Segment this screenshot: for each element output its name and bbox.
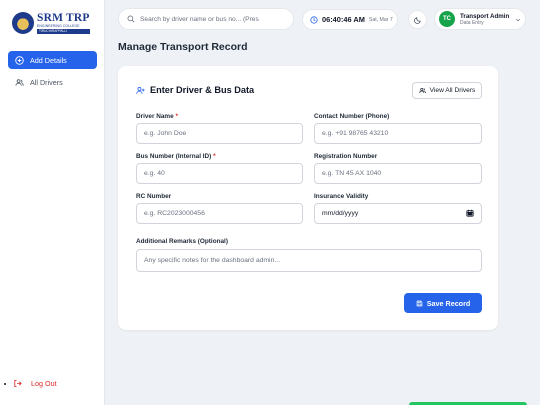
save-icon	[416, 300, 423, 307]
save-record-button[interactable]: Save Record	[404, 293, 482, 313]
contact-number-field[interactable]	[314, 123, 482, 144]
sidebar-item-label: Add Details	[30, 55, 67, 65]
rc-number-label: RC Number	[136, 193, 172, 200]
user-plus-icon	[136, 86, 145, 95]
driver-name-field[interactable]	[136, 123, 303, 144]
registration-number-label: Registration Number	[314, 153, 378, 160]
logo-title: SRM TRP	[37, 11, 90, 24]
search-input[interactable]	[140, 15, 290, 23]
contact-number-label: Contact Number (Phone)	[314, 113, 390, 120]
users-icon	[419, 87, 426, 94]
college-logo: SRM TRP ENGINEERING COLLEGE TIRUCHIRAPPA…	[12, 10, 94, 36]
save-record-label: Save Record	[426, 298, 471, 308]
theme-toggle-button[interactable]	[408, 10, 427, 29]
users-icon	[15, 78, 24, 87]
insurance-validity-value: mm/dd/yyyy	[322, 210, 359, 217]
user-menu[interactable]: TC Transport Admin Data Entry	[434, 8, 526, 30]
calendar-icon[interactable]	[466, 209, 474, 219]
search-bar[interactable]	[118, 8, 294, 30]
college-emblem-icon	[12, 12, 34, 34]
clock-icon	[310, 11, 318, 29]
bus-number-field[interactable]	[136, 163, 303, 184]
page-title: Manage Transport Record	[118, 41, 248, 53]
form-card: Enter Driver & Bus Data View All Drivers…	[118, 66, 498, 330]
form-title-text: Enter Driver & Bus Data	[150, 85, 255, 95]
view-all-drivers-button[interactable]: View All Drivers	[412, 82, 482, 99]
clock-widget: 06:40:46 AM Sat, Mar 7	[302, 9, 398, 30]
rc-number-field[interactable]	[136, 203, 303, 224]
bus-number-label: Bus Number (Internal ID) *	[136, 153, 216, 160]
view-all-drivers-label: View All Drivers	[429, 87, 476, 94]
sidebar-item-label: All Drivers	[30, 77, 63, 87]
search-icon	[127, 10, 135, 28]
avatar: TC	[439, 11, 455, 27]
clock-date: Sat, Mar 7	[368, 16, 393, 23]
insurance-validity-label: Insurance Validity	[314, 193, 369, 200]
registration-number-field[interactable]	[314, 163, 482, 184]
user-name: Transport Admin	[460, 12, 510, 20]
form-title: Enter Driver & Bus Data	[136, 85, 254, 95]
moon-icon	[413, 11, 422, 29]
user-role: Data Entry	[460, 19, 484, 26]
logout-label: Log Out	[31, 379, 57, 388]
chevron-down-icon	[515, 10, 521, 28]
clock-time: 06:40:46 AM	[322, 15, 365, 24]
bullet-dot	[4, 383, 6, 385]
logout-button[interactable]: Log Out	[13, 379, 57, 388]
sidebar-item-add-details[interactable]: Add Details	[8, 51, 97, 69]
logo-band: TIRUCHIRAPPALLI	[37, 28, 90, 34]
sidebar: SRM TRP ENGINEERING COLLEGE TIRUCHIRAPPA…	[0, 0, 105, 405]
logout-icon	[13, 379, 22, 388]
driver-name-label: Driver Name *	[136, 113, 178, 120]
sidebar-item-all-drivers[interactable]: All Drivers	[8, 73, 97, 91]
remarks-label: Additional Remarks (Optional)	[136, 238, 228, 245]
insurance-validity-date-field[interactable]: mm/dd/yyyy	[314, 203, 482, 224]
plus-circle-icon	[15, 55, 24, 65]
remarks-field[interactable]	[136, 249, 482, 272]
